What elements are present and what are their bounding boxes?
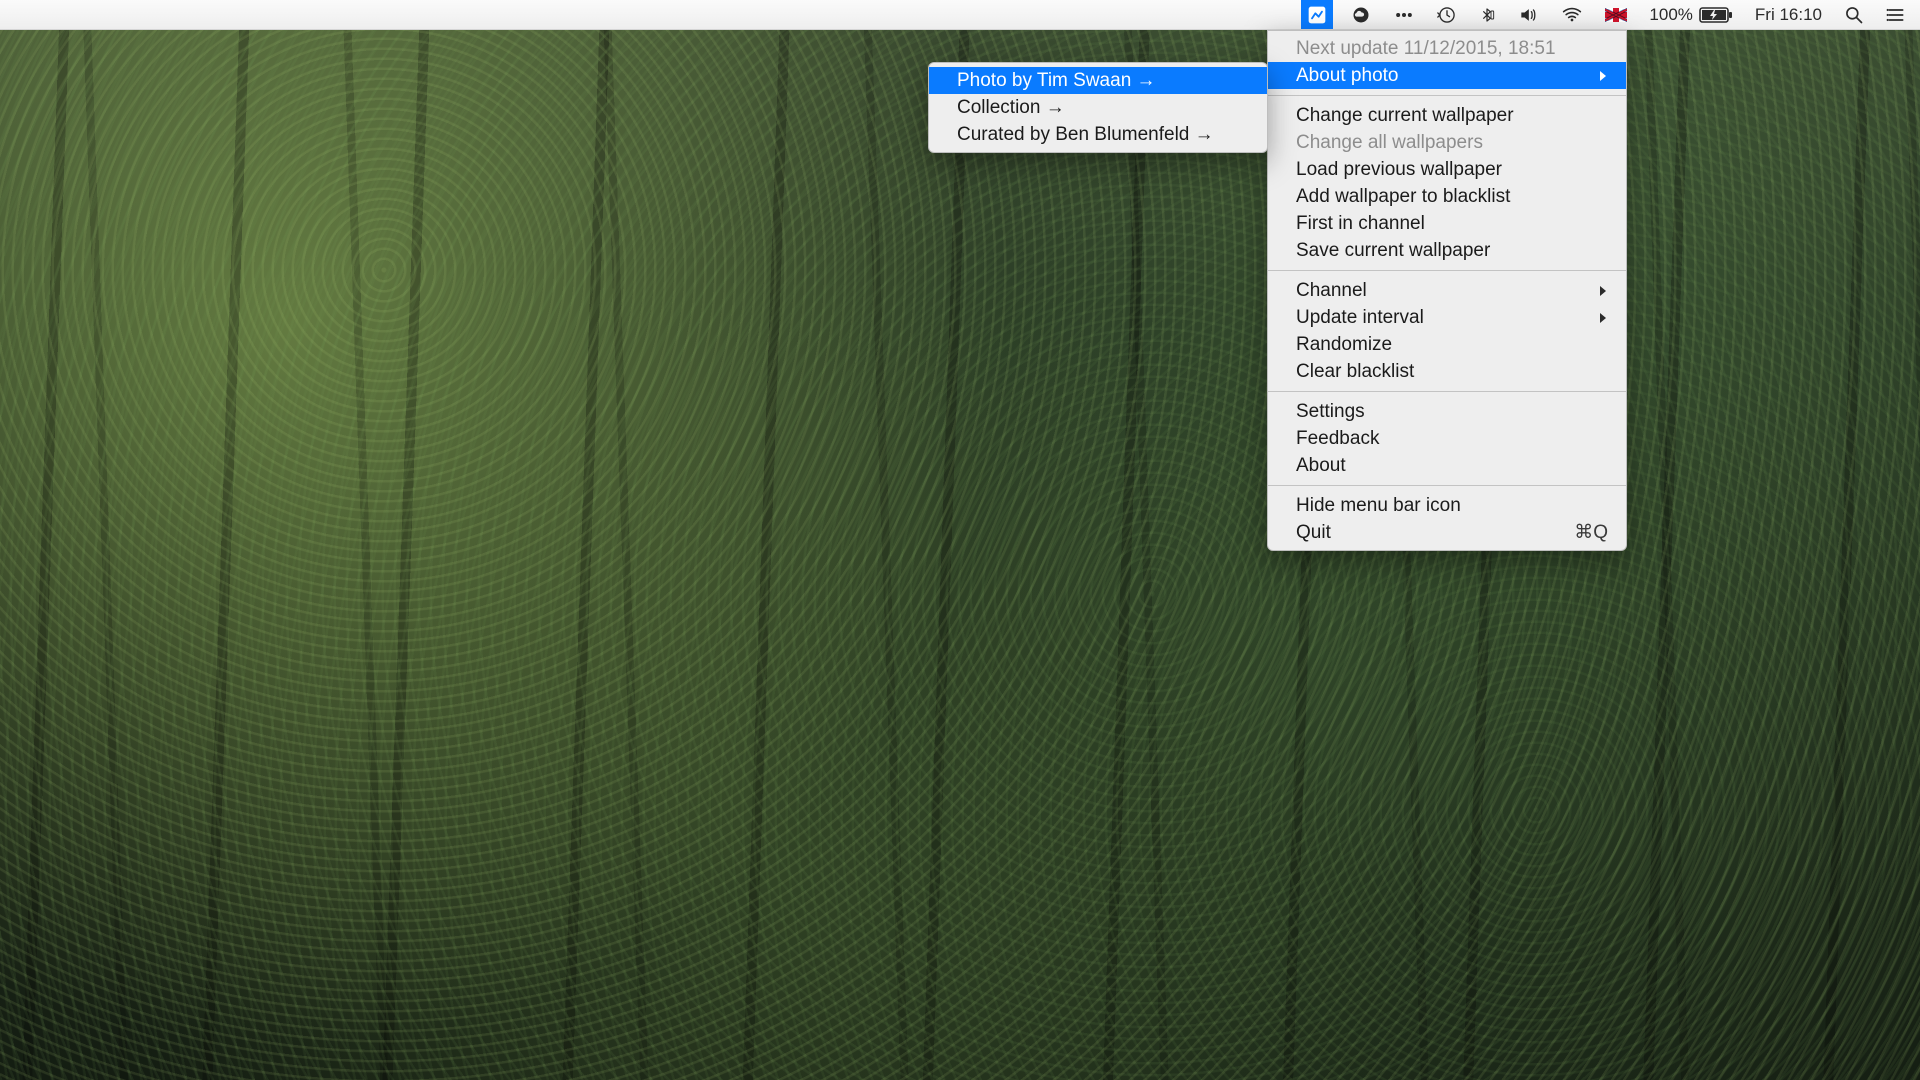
menu-settings[interactable]: Settings xyxy=(1268,398,1626,425)
chevron-right-icon xyxy=(1598,285,1608,297)
menu-bar: 100% Fri 16:10 xyxy=(0,0,1920,30)
notification-center-icon[interactable] xyxy=(1882,0,1910,29)
app-menu: Next update 11/12/2015, 18:51 About phot… xyxy=(1267,30,1627,551)
menu-change-current[interactable]: Change current wallpaper xyxy=(1268,102,1626,129)
menu-quit[interactable]: Quit ⌘Q xyxy=(1268,519,1626,546)
quit-shortcut: ⌘Q xyxy=(1574,521,1608,544)
desktop-wallpaper xyxy=(0,0,1920,1080)
menu-next-update: Next update 11/12/2015, 18:51 xyxy=(1268,35,1626,62)
menu-load-previous[interactable]: Load previous wallpaper xyxy=(1268,156,1626,183)
more-icon[interactable] xyxy=(1389,0,1419,29)
submenu-curated-by[interactable]: Curated by Ben Blumenfeld → xyxy=(929,121,1267,148)
bluetooth-icon[interactable] xyxy=(1475,0,1499,29)
chevron-right-icon xyxy=(1598,70,1608,82)
menu-change-all: Change all wallpapers xyxy=(1268,129,1626,156)
input-flag-icon[interactable] xyxy=(1601,0,1631,29)
app-menubar-icon[interactable] xyxy=(1301,0,1333,29)
battery-status[interactable]: 100% xyxy=(1645,0,1736,29)
submenu-collection[interactable]: Collection → xyxy=(929,94,1267,121)
volume-icon[interactable] xyxy=(1513,0,1543,29)
menu-clear-blacklist[interactable]: Clear blacklist xyxy=(1268,358,1626,385)
menu-about[interactable]: About xyxy=(1268,452,1626,479)
battery-icon xyxy=(1699,7,1733,23)
menu-separator xyxy=(1268,485,1626,486)
menu-separator xyxy=(1268,391,1626,392)
menu-first-channel[interactable]: First in channel xyxy=(1268,210,1626,237)
cloud-icon[interactable] xyxy=(1347,0,1375,29)
wifi-icon[interactable] xyxy=(1557,0,1587,29)
spotlight-icon[interactable] xyxy=(1840,0,1868,29)
menu-channel[interactable]: Channel xyxy=(1268,277,1626,304)
timemachine-icon[interactable] xyxy=(1433,0,1461,29)
submenu-photo-by[interactable]: Photo by Tim Swaan → xyxy=(929,67,1267,94)
menu-about-photo[interactable]: About photo xyxy=(1268,62,1626,89)
menu-randomize[interactable]: Randomize xyxy=(1268,331,1626,358)
menu-update-interval[interactable]: Update interval xyxy=(1268,304,1626,331)
menu-save-current[interactable]: Save current wallpaper xyxy=(1268,237,1626,264)
battery-percent-label: 100% xyxy=(1649,5,1692,25)
menu-separator xyxy=(1268,270,1626,271)
chevron-right-icon xyxy=(1598,312,1608,324)
menu-hide-icon[interactable]: Hide menu bar icon xyxy=(1268,492,1626,519)
menu-separator xyxy=(1268,95,1626,96)
clock-label: Fri 16:10 xyxy=(1755,5,1822,25)
menu-feedback[interactable]: Feedback xyxy=(1268,425,1626,452)
about-photo-submenu: Photo by Tim Swaan → Collection → Curate… xyxy=(928,62,1268,153)
menu-add-blacklist[interactable]: Add wallpaper to blacklist xyxy=(1268,183,1626,210)
clock[interactable]: Fri 16:10 xyxy=(1751,0,1826,29)
